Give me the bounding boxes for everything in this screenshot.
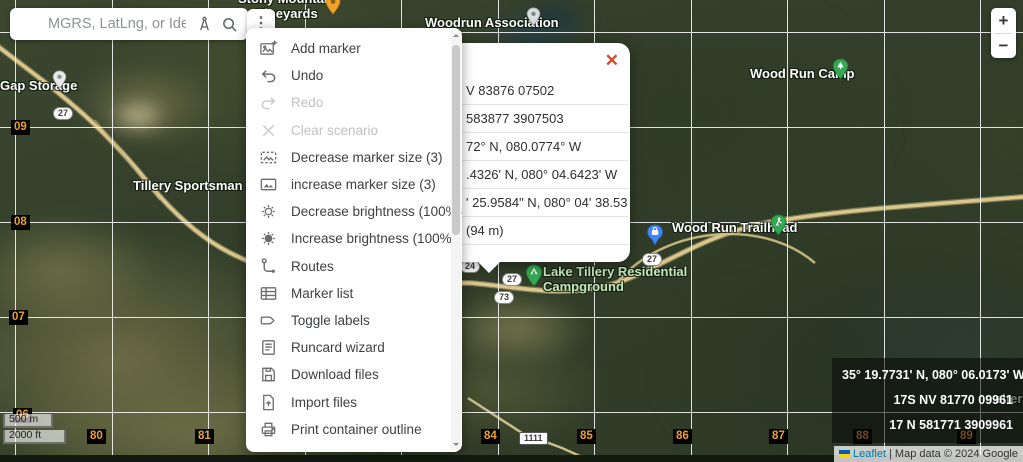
route-shield: 1111	[519, 432, 548, 445]
menu-item-clear-scenario[interactable]: Clear scenario	[246, 117, 462, 144]
trailhead-marker-pin[interactable]	[770, 214, 787, 237]
menu-item-increase-brightness[interactable]: Increase brightness (100%)	[246, 225, 462, 252]
printer-icon	[259, 420, 278, 439]
grid-label-northing: 08	[11, 215, 30, 230]
grid-line	[0, 317, 1023, 318]
scale-control: 500 m 2000 ft	[3, 412, 66, 444]
menu-item-decrease-brightness[interactable]: Decrease brightness (100%)	[246, 198, 462, 225]
image-icon	[259, 175, 278, 194]
menu-item-routes[interactable]: Routes	[246, 253, 462, 280]
menu-item-redo[interactable]: Redo	[246, 89, 462, 116]
zoom-control: + −	[991, 8, 1016, 58]
add-marker-icon	[259, 39, 278, 58]
save-icon	[259, 365, 278, 384]
campground-marker-pin[interactable]	[832, 58, 849, 81]
menu-item-decrease-marker-size[interactable]: Decrease marker size (3)	[246, 144, 462, 171]
brightness-low-icon	[259, 202, 278, 221]
menu-item-label: Routes	[291, 259, 334, 274]
menu-item-label: Marker list	[291, 286, 353, 301]
scale-imperial: 2000 ft	[3, 430, 66, 444]
gray-marker-pin[interactable]	[52, 70, 67, 90]
menu-item-label: Toggle labels	[291, 313, 370, 328]
search-bar	[10, 8, 248, 40]
grid-label-easting: 81	[195, 429, 214, 444]
brightness-high-icon	[259, 229, 278, 248]
close-icon[interactable]: ✕	[605, 52, 619, 69]
map-application: 80 81 84 85 86 87 88 89 09 08 07 06 Ston…	[0, 0, 1023, 462]
menu-item-import-files[interactable]: Import files	[246, 388, 462, 415]
undo-icon	[259, 66, 278, 85]
grid-label-easting: 85	[577, 429, 596, 444]
route-shield: 27	[53, 107, 73, 120]
menu-item-download-files[interactable]: Download files	[246, 361, 462, 388]
scrollbar-thumb[interactable]	[452, 45, 460, 235]
menu-item-label: Redo	[291, 95, 323, 110]
grid-label-easting: 86	[673, 429, 692, 444]
document-icon	[259, 338, 278, 357]
grid-line	[208, 0, 209, 455]
place-label: Lake Tillery Residential Campground	[543, 264, 687, 294]
popup-tail	[478, 262, 500, 273]
compass-tool-icon[interactable]	[196, 16, 213, 33]
utm-readout: 17 N 581771 3909961	[842, 417, 1013, 433]
grid-label-northing: 09	[11, 120, 30, 135]
clear-icon	[259, 121, 278, 140]
menu-item-increase-marker-size[interactable]: increase marker size (3)	[246, 171, 462, 198]
file-upload-icon	[259, 393, 278, 412]
search-icon[interactable]	[221, 16, 238, 33]
menu-item-label: Print container outline	[291, 422, 422, 437]
options-menu: Add marker Undo Redo Cl	[246, 28, 462, 452]
table-list-icon	[259, 284, 278, 303]
ukraine-flag-icon	[839, 450, 850, 458]
route-shield: 27	[642, 253, 662, 266]
menu-item-label: Undo	[291, 68, 323, 83]
latlng-readout: 35° 19.7731' N, 080° 06.0173' W	[842, 367, 1013, 383]
menu-item-marker-list[interactable]: Marker list	[246, 280, 462, 307]
menu-item-print-container-outline[interactable]: Print container outline	[246, 416, 462, 443]
grid-label-northing: 07	[9, 310, 28, 325]
zoom-in-button[interactable]: +	[991, 8, 1016, 33]
menu-item-label: Decrease marker size (3)	[291, 150, 443, 165]
search-input[interactable]	[46, 15, 188, 33]
image-dashed-icon	[259, 148, 278, 167]
route-shield: 73	[494, 291, 514, 304]
menu-item-toggle-labels[interactable]: Toggle labels	[246, 307, 462, 334]
menu-item-label: Import files	[291, 395, 357, 410]
mgrs-readout: 17S NV 81770 09961	[842, 392, 1013, 408]
menu-item-label: Clear scenario	[291, 123, 378, 138]
menu-item-label: increase marker size (3)	[291, 177, 436, 192]
store-marker-pin[interactable]	[646, 224, 664, 247]
grid-line	[112, 0, 113, 455]
scale-metric: 500 m	[3, 414, 53, 428]
menu-item-add-marker[interactable]: Add marker	[246, 35, 462, 62]
menu-item-undo[interactable]: Undo	[246, 62, 462, 89]
menu-item-label: Increase brightness (100%)	[291, 231, 456, 246]
route-shield: 27	[502, 273, 522, 286]
label-tag-icon	[259, 311, 278, 330]
hamburger-menu-icon[interactable]	[20, 17, 38, 31]
menu-item-label: Download files	[291, 367, 379, 382]
grid-label-easting: 84	[481, 429, 500, 444]
coordinate-readout-overlay: 35° 19.7731' N, 080° 06.0173' W 17S NV 8…	[832, 358, 1023, 443]
attribution-bar: Leaflet | Map data © 2024 Google	[834, 446, 1023, 462]
gray-marker-pin[interactable]	[526, 7, 541, 27]
menu-item-runcard-wizard[interactable]: Runcard wizard	[246, 334, 462, 361]
leaflet-link[interactable]: Leaflet	[853, 448, 886, 460]
scroll-up-arrow-icon[interactable]	[453, 34, 459, 37]
redo-icon	[259, 93, 278, 112]
orange-marker-pin[interactable]	[325, 0, 341, 16]
route-icon	[259, 257, 278, 276]
menu-item-label: Runcard wizard	[291, 340, 385, 355]
attribution-text: | Map data © 2024 Google	[889, 448, 1018, 460]
grid-label-easting: 80	[87, 429, 106, 444]
grid-label-easting: 87	[769, 429, 788, 444]
menu-scrollbar[interactable]	[451, 31, 461, 449]
campground-marker-pin[interactable]	[525, 264, 543, 288]
scroll-down-arrow-icon[interactable]	[453, 443, 459, 446]
menu-item-label: Add marker	[291, 41, 361, 56]
zoom-out-button[interactable]: −	[991, 34, 1016, 59]
menu-item-label: Decrease brightness (100%)	[291, 204, 462, 219]
